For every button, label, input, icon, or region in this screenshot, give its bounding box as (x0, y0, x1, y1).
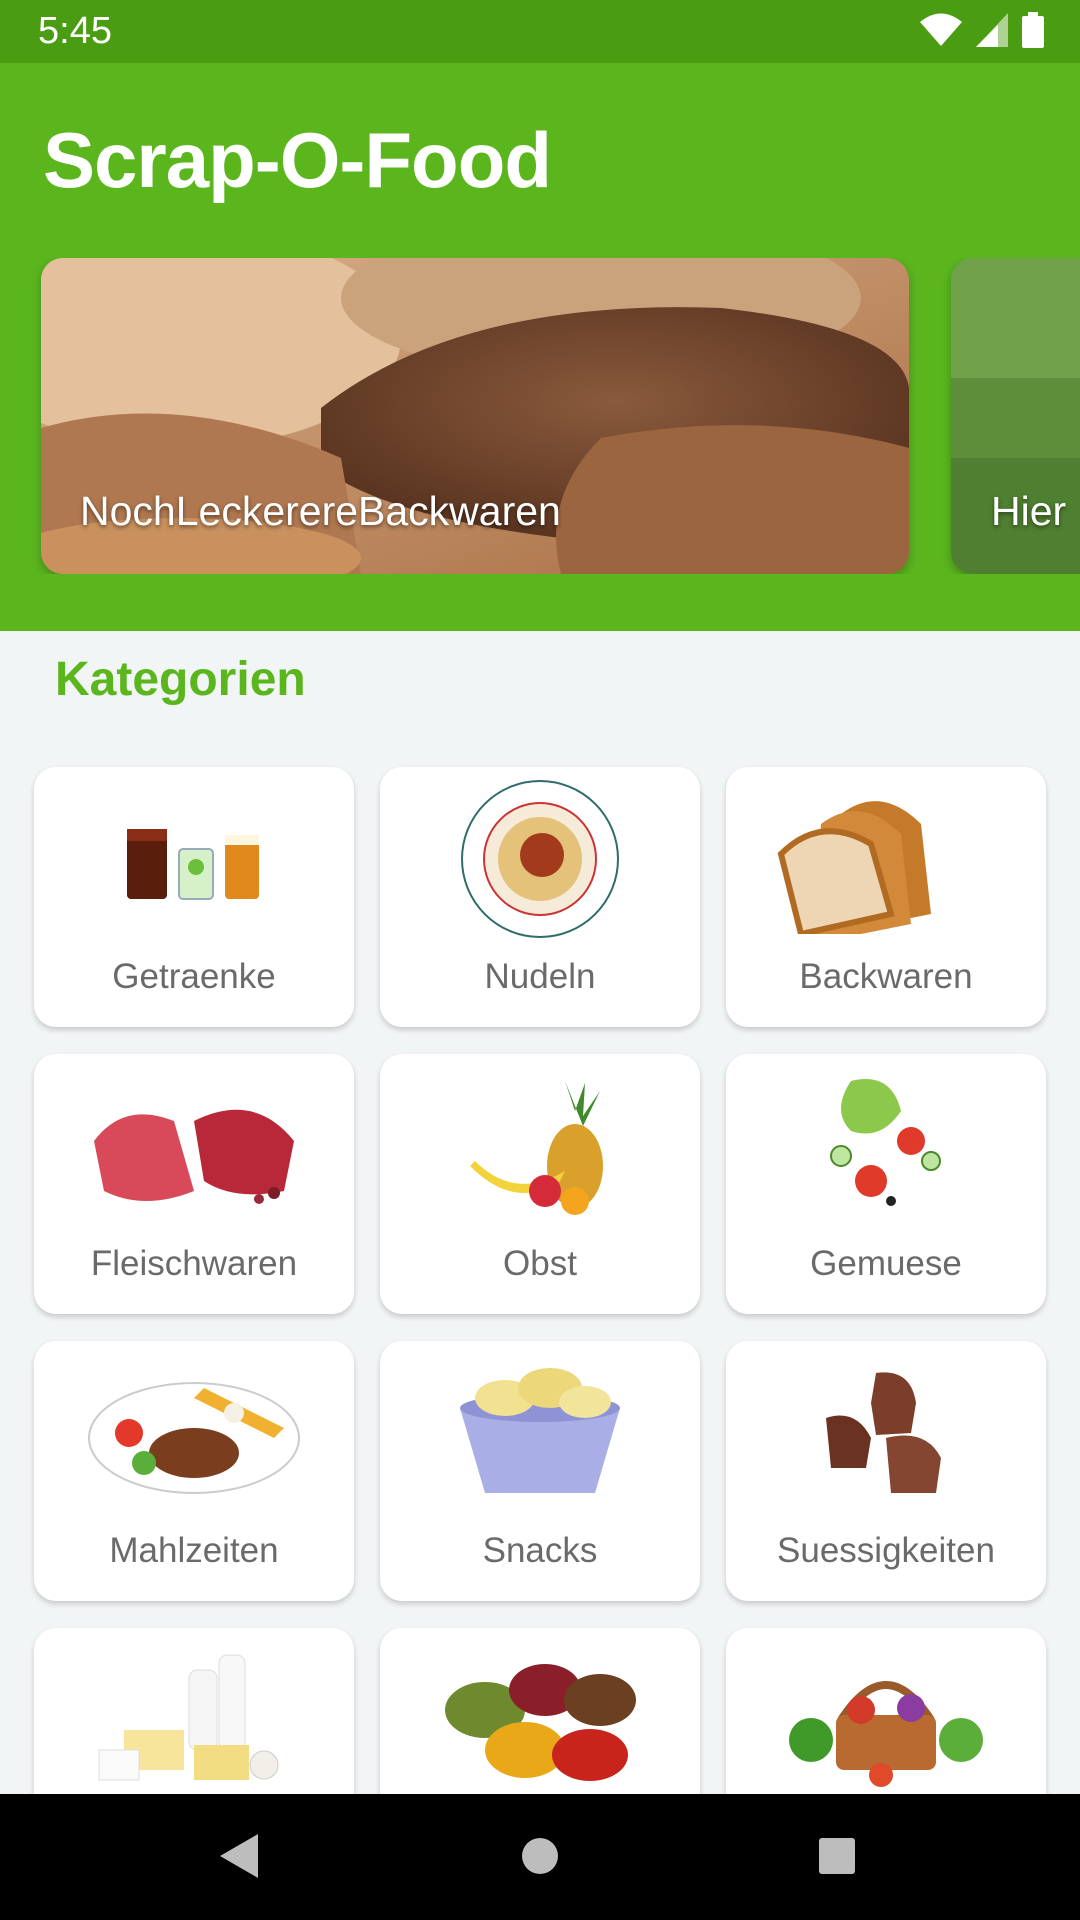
banner-hier[interactable]: Hier (951, 258, 1080, 574)
status-icons (920, 12, 1044, 48)
vegetables-icon (766, 1066, 1006, 1226)
meat-icon (74, 1066, 314, 1226)
banner-label: NochLeckerereBackwaren (80, 488, 561, 534)
category-label: Backwaren (799, 957, 973, 996)
category-label: Mahlzeiten (109, 1531, 279, 1570)
category-card[interactable]: Gemuese (726, 1054, 1046, 1314)
pasta-icon (420, 779, 660, 939)
chips-icon (420, 1353, 660, 1513)
category-card[interactable]: Snacks (380, 1341, 700, 1601)
wifi-icon (920, 13, 962, 46)
status-bar: 5:45 (0, 0, 1080, 63)
recents-icon[interactable] (817, 1832, 857, 1880)
category-card[interactable]: Fleischwaren (34, 1054, 354, 1314)
back-icon[interactable] (218, 1832, 260, 1880)
dairy-icon (74, 1640, 314, 1800)
meal-icon (74, 1353, 314, 1513)
fruit-icon (420, 1066, 660, 1226)
chocolate-icon (766, 1353, 1006, 1513)
bread-icon (766, 779, 1006, 939)
signal-icon (976, 13, 1008, 47)
battery-icon (1022, 12, 1044, 48)
banner-backwaren[interactable]: NochLeckerereBackwaren (41, 258, 909, 574)
category-card[interactable]: Backwaren (726, 767, 1046, 1027)
category-card[interactable]: Mahlzeiten (34, 1341, 354, 1601)
category-label: Gemuese (810, 1244, 962, 1283)
spices-icon (420, 1640, 660, 1800)
category-label: Suessigkeiten (777, 1531, 995, 1570)
category-label: Getraenke (112, 957, 276, 996)
drinks-icon (74, 779, 314, 939)
app-title: Scrap-O-Food (43, 116, 552, 204)
banner-label: Hier (991, 488, 1067, 534)
category-card[interactable]: Nudeln (380, 767, 700, 1027)
navigation-bar (0, 1794, 1080, 1920)
category-card[interactable]: Getraenke (34, 767, 354, 1027)
status-time: 5:45 (38, 10, 112, 52)
category-label: Nudeln (484, 957, 596, 996)
category-card[interactable]: Suessigkeiten (726, 1341, 1046, 1601)
banner-carousel[interactable]: NochLeckerereBackwaren Hier (0, 258, 1080, 574)
basket-icon (766, 1640, 1006, 1800)
category-label: Snacks (482, 1531, 598, 1570)
category-label: Fleischwaren (90, 1244, 298, 1283)
category-card[interactable]: Obst (380, 1054, 700, 1314)
section-title: Kategorien (55, 653, 306, 706)
home-icon[interactable] (520, 1832, 560, 1880)
category-label: Obst (503, 1244, 577, 1283)
